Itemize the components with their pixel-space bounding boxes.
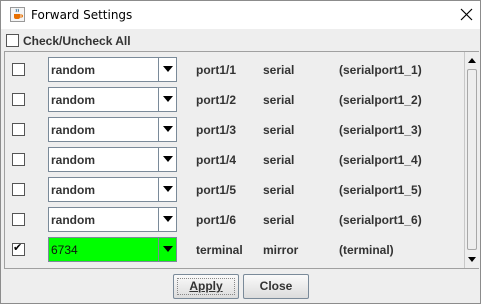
combobox-value: random bbox=[51, 63, 96, 77]
name-label: (serialport1_3) bbox=[339, 123, 422, 137]
port-label: port1/5 bbox=[196, 183, 237, 197]
combobox-value: random bbox=[51, 153, 96, 167]
list-item: random port1/4 serial (serialport1_4) bbox=[5, 144, 463, 174]
type-label: serial bbox=[263, 93, 295, 107]
port-list: random port1/1 serial (serialport1_1) ra… bbox=[4, 51, 479, 269]
name-label: (serialport1_1) bbox=[339, 63, 422, 77]
java-cup-icon bbox=[10, 7, 25, 22]
type-label: serial bbox=[263, 63, 295, 77]
mode-combobox[interactable]: random bbox=[48, 87, 177, 112]
close-button[interactable]: Close bbox=[243, 274, 309, 299]
combobox-value: random bbox=[51, 123, 96, 137]
name-label: (serialport1_2) bbox=[339, 93, 422, 107]
row-checkbox[interactable] bbox=[12, 123, 25, 136]
chevron-down-icon[interactable] bbox=[158, 88, 176, 111]
list-item: random port1/6 serial (serialport1_6) bbox=[5, 204, 463, 234]
name-label: (serialport1_5) bbox=[339, 183, 422, 197]
chevron-down-icon[interactable] bbox=[158, 148, 176, 171]
type-label: serial bbox=[263, 123, 295, 137]
close-button-label: Close bbox=[259, 279, 293, 293]
type-label: serial bbox=[263, 153, 295, 167]
mode-combobox[interactable]: random bbox=[48, 177, 177, 202]
forward-settings-dialog: Forward Settings Check/Uncheck All rando… bbox=[0, 0, 481, 304]
title-bar: Forward Settings bbox=[1, 1, 480, 29]
chevron-down-icon[interactable] bbox=[158, 118, 176, 141]
mode-combobox[interactable]: random bbox=[48, 117, 177, 142]
name-label: (terminal) bbox=[339, 243, 394, 257]
port-label: port1/3 bbox=[196, 123, 237, 137]
port-label: terminal bbox=[196, 243, 243, 257]
combobox-value: random bbox=[51, 213, 96, 227]
type-label: mirror bbox=[263, 243, 299, 257]
row-checkbox[interactable] bbox=[12, 63, 25, 76]
scroll-up-icon[interactable] bbox=[465, 53, 479, 69]
mode-combobox[interactable]: random bbox=[48, 147, 177, 172]
mode-combobox[interactable]: random bbox=[48, 57, 177, 82]
port-label: port1/1 bbox=[196, 63, 237, 77]
row-checkbox[interactable] bbox=[12, 153, 25, 166]
check-all-checkbox[interactable] bbox=[6, 34, 19, 47]
type-label: serial bbox=[263, 213, 295, 227]
port-label: port1/6 bbox=[196, 213, 237, 227]
type-label: serial bbox=[263, 183, 295, 197]
list-item: random port1/3 serial (serialport1_3) bbox=[5, 114, 463, 144]
mode-combobox[interactable]: random bbox=[48, 207, 177, 232]
chevron-down-icon[interactable] bbox=[158, 238, 176, 261]
scroll-down-icon[interactable] bbox=[465, 251, 479, 267]
apply-button-label: Apply bbox=[189, 279, 223, 293]
row-checkbox[interactable] bbox=[12, 93, 25, 106]
chevron-down-icon[interactable] bbox=[158, 178, 176, 201]
port-label: port1/4 bbox=[196, 153, 237, 167]
combobox-value: 6734 bbox=[51, 243, 78, 257]
row-checkbox[interactable] bbox=[12, 183, 25, 196]
port-label: port1/2 bbox=[196, 93, 237, 107]
vertical-scrollbar[interactable] bbox=[464, 52, 479, 268]
apply-button[interactable]: Apply bbox=[173, 274, 239, 299]
list-item: random port1/5 serial (serialport1_5) bbox=[5, 174, 463, 204]
name-label: (serialport1_4) bbox=[339, 153, 422, 167]
name-label: (serialport1_6) bbox=[339, 213, 422, 227]
row-checkbox[interactable] bbox=[12, 213, 25, 226]
mode-combobox[interactable]: 6734 bbox=[48, 237, 177, 262]
chevron-down-icon[interactable] bbox=[158, 208, 176, 231]
list-item: 6734 terminal mirror (terminal) bbox=[5, 234, 463, 264]
list-item: random port1/2 serial (serialport1_2) bbox=[5, 84, 463, 114]
close-icon[interactable] bbox=[456, 4, 478, 26]
row-checkbox[interactable] bbox=[12, 241, 25, 256]
check-all-label[interactable]: Check/Uncheck All bbox=[23, 34, 131, 48]
combobox-value: random bbox=[51, 183, 96, 197]
window-title: Forward Settings bbox=[31, 8, 133, 22]
combobox-value: random bbox=[51, 93, 96, 107]
list-item: random port1/1 serial (serialport1_1) bbox=[5, 54, 463, 84]
scrollbar-thumb[interactable] bbox=[467, 69, 477, 250]
chevron-down-icon[interactable] bbox=[158, 58, 176, 81]
